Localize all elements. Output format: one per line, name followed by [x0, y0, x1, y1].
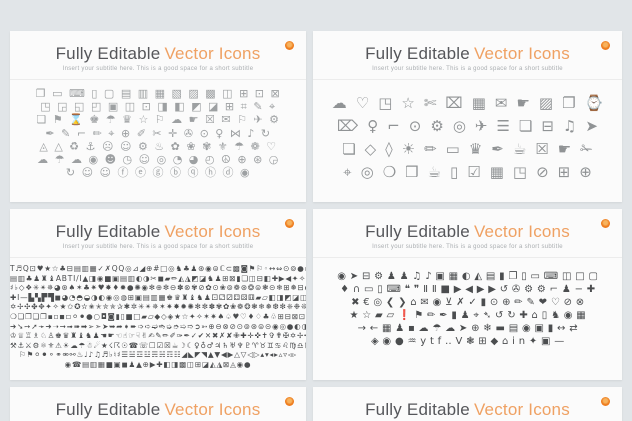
slide-thumbnail-3: Fully EditableVector Icons Insert your s…	[10, 209, 306, 380]
icon-grid: T♬Q⊡♥★☆♣⊟▤▥▦✓✗QQ◎⊿◢⊕#□◎♞♣♟⊛◉⊜ℂ⊂▩◙⚑⚐◦↔⇔⊙⊚…	[10, 264, 306, 370]
slide-title-accent: Vector Icons	[474, 222, 570, 241]
slide-preview-grid: Fully EditableVector Icons Insert your s…	[0, 0, 632, 421]
slide-badge-icon	[285, 397, 294, 406]
icon-row: →←▦♟▪☁☂☁➤⊕❄▬▤◉▣▮↔⇄	[313, 322, 622, 335]
slide-title-main: Fully Editable	[56, 222, 161, 241]
slide-title-accent: Vector Icons	[474, 44, 570, 63]
divider	[10, 257, 306, 258]
slide-title-main: Fully Editable	[56, 400, 161, 419]
icon-row: ⚒⚓⚔⚙⚛⚜⚠☀☁☂☃☄★☇☈☉☎☏☐☑☒☕☽☾♀♁♂♃♄♅♆♇♈♉♊♋♌♍♎♏…	[10, 341, 306, 351]
slide-badge-icon	[601, 41, 610, 50]
icon-row: ✖€◎❮❯⌂✉◉⊻✗✓▮⊙⊕✏✎❤♡⊘⊗	[313, 296, 622, 309]
icon-row: ☁♡◳☆✄⌧▦✉☛▨❐⌚	[313, 92, 622, 115]
icon-row: ◈◉●♒ytf‥V❃⊞◆⌂in✦▣—	[313, 335, 622, 348]
slide-title-main: Fully Editable	[365, 44, 470, 63]
icon-row: ❏⚑⌛♚☂♛☆⚐☁☛☒✉⚐✈⚙	[10, 113, 306, 126]
icon-row: ♦∩▭▯⌨❝❞ⅡⅡ■▶◀▶▶↺✇⚙⚙⌐♟−✚	[313, 283, 622, 296]
slide-subtitle: Insert your subtitle here. This is a goo…	[10, 244, 306, 251]
icon-row: ◬△♻⚓☹☺⚙♨✿❀✾⚜☂❁♡	[10, 140, 306, 153]
icon-row: ⚐⚑⚪⚫⚬⚭⚮⚯♨♩♪♫♬♭♮♯☰☱☲☳☴☵☶☷◢◣◤◥▲▼◀▶△▽◁▷▴▾◂▸…	[10, 350, 306, 360]
slide-title-accent: Vector Icons	[164, 44, 260, 63]
icon-row: ❍❏❐❑❒▪▫◾◽⚪⚫●○◘◙▮▯■□▰▱◆◇◈★☆✦✧✶✷♠♤♥♡♦♢♣♧⊞⊟…	[10, 312, 306, 322]
icon-row: ⌦♀⌐⊙⚙◎✈☰❏⊟♫➤	[313, 115, 622, 138]
icon-row: ❐▭⌨▯▢▤▥▦▧▨▩◫⊞⊡⊠	[10, 87, 306, 100]
slide-thumbnail-4: Fully EditableVector Icons Insert your s…	[313, 209, 622, 380]
slide-title: Fully EditableVector Icons	[313, 222, 622, 241]
slide-title-main: Fully Editable	[56, 44, 161, 63]
icon-row: ↻☺☺ⓕⓔⓖⓑⓠⓗⓓ◉	[10, 166, 306, 179]
icon-row: ✡✢✣✤✥✦✧★✩✪✫✬✭✮✯✰✱✲✳✴✵✶✷✸✹✺✻✼✽✾✿❀❁❂❃❄❅❆❇❈…	[10, 302, 306, 312]
icon-row: T♬Q⊡♥★☆♣⊟▤▥▦✓✗QQ◎⊿◢⊕#□◎♞♣♟⊛◉⊜ℂ⊂▩◙⚑⚐◦↔⇔⊙⊚…	[10, 264, 306, 274]
icon-row: ★☆▰▱❗⚑✏✒▮♟⌖➴↺↻✚⌂▯♞◉▦	[313, 309, 622, 322]
slide-title-accent: Vector Icons	[164, 400, 260, 419]
icon-row: ▤▥♣♟♜♝ABTI/I▲◨◉■▣▤▥◐◑✂◼▰✏◭◮◩◪♞♟⊞⊠▮❏◫⊟◧✚▶…	[10, 274, 306, 284]
icon-grid: ❐▭⌨▯▢▤▥▦▧▨▩◫⊞⊡⊠◳◲◱◰▣◫⊡◨◧◩◪⊞⌗✎⌖❏⚑⌛♚☂♛☆⚐☁☛…	[10, 87, 306, 179]
slide-title-main: Fully Editable	[365, 400, 470, 419]
slide-badge-icon	[601, 219, 610, 228]
icon-row: ⌖◎❍❒☕▯☑▦◳⊘⊞⊕	[313, 161, 622, 184]
icon-row: ◉☎▤▥▦■▣◼♟▲⊕▶✚◧◨▩◫⊞◪◭◮⊠◬◉●	[10, 360, 306, 370]
slide-title: Fully EditableVector Icons	[313, 44, 622, 63]
slide-title-accent: Vector Icons	[164, 222, 260, 241]
slide-thumbnail-6: Fully EditableVector Icons Insert your s…	[313, 387, 622, 421]
slide-title: Fully EditableVector Icons	[10, 44, 306, 63]
icon-row: ✚I—▙▚▛▜◼◕◔◓◒◑◐◉◎◍⊞▣▤▥▦♚♛♜♝♞♟⚀⚁⚂⚃⚄⚅▰▱◧◨◩◪…	[10, 293, 306, 303]
slide-subtitle: Insert your subtitle here. This is a goo…	[313, 66, 622, 73]
slide-subtitle: Insert your subtitle here. This is a goo…	[313, 244, 622, 251]
slide-title: Fully EditableVector Icons	[10, 400, 306, 419]
slide-title-main: Fully Editable	[365, 222, 470, 241]
divider	[313, 79, 622, 80]
slide-title-accent: Vector Icons	[474, 400, 570, 419]
divider	[10, 79, 306, 80]
icon-row: ◳◲◱◰▣◫⊡◨◧◩◪⊞⌗✎⌖	[10, 100, 306, 113]
divider	[313, 257, 622, 258]
slide-title: Fully EditableVector Icons	[313, 400, 622, 419]
slide-thumbnail-5: Fully EditableVector Icons Insert your s…	[10, 387, 306, 421]
slide-badge-icon	[601, 397, 610, 406]
icon-row: ☁☂☁◉☻◷☺◎◔◕◴☮⊕⊛◶	[10, 153, 306, 166]
icon-row: ✒✎⌐✏⌖⊕✐✂✛✇⊙♀⋈♪↻	[10, 127, 306, 140]
slide-thumbnail-1: Fully EditableVector Icons Insert your s…	[10, 31, 306, 202]
icon-row: ♔♕♖♗♘♙♚♛♜♝♞♟☚☛☜☝☞☟✌✍✎✏✐✑✒✓✔✕✖✗✘✙✚✛✜✝✞✟✠✡…	[10, 331, 306, 341]
slide-thumbnail-2: Fully EditableVector Icons Insert your s…	[313, 31, 622, 202]
icon-row: ◉➤⊟⚙♟♟♫♪▣▦◐◭▤▮❐▯▭⌨◫□▢	[313, 270, 622, 283]
slide-badge-icon	[285, 41, 294, 50]
icon-row: ❏◇◊☀✏▭♛✒☕☒☛✁	[313, 138, 622, 161]
icon-row: ♯♭◇❖✳✴✵◕⊛♠✶♣✷♥✸♦✹●✺◉✻⊕✼⊖✽⊗✾⊘✿⊙❀⊚❁⊛❂⊜❃⊝❄⊞…	[10, 283, 306, 293]
slide-badge-icon	[285, 219, 294, 228]
slide-subtitle: Insert your subtitle here. This is a goo…	[10, 66, 306, 73]
icon-row: ➔➘➙➚➛➜➝➞➟➠➡➢➣➤➥➦➧➨➩➪➫➬➭➮➯➱➲➳⊕⊖⊗⊘⊙⊚⊛⊜⊝◉◎●…	[10, 322, 306, 332]
icon-grid: ☁♡◳☆✄⌧▦✉☛▨❐⌚⌦♀⌐⊙⚙◎✈☰❏⊟♫➤❏◇◊☀✏▭♛✒☕☒☛✁⌖◎❍❒…	[313, 92, 622, 184]
icon-grid: ◉➤⊟⚙♟♟♫♪▣▦◐◭▤▮❐▯▭⌨◫□▢♦∩▭▯⌨❝❞ⅡⅡ■▶◀▶▶↺✇⚙⚙⌐…	[313, 270, 622, 348]
slide-title: Fully EditableVector Icons	[10, 222, 306, 241]
